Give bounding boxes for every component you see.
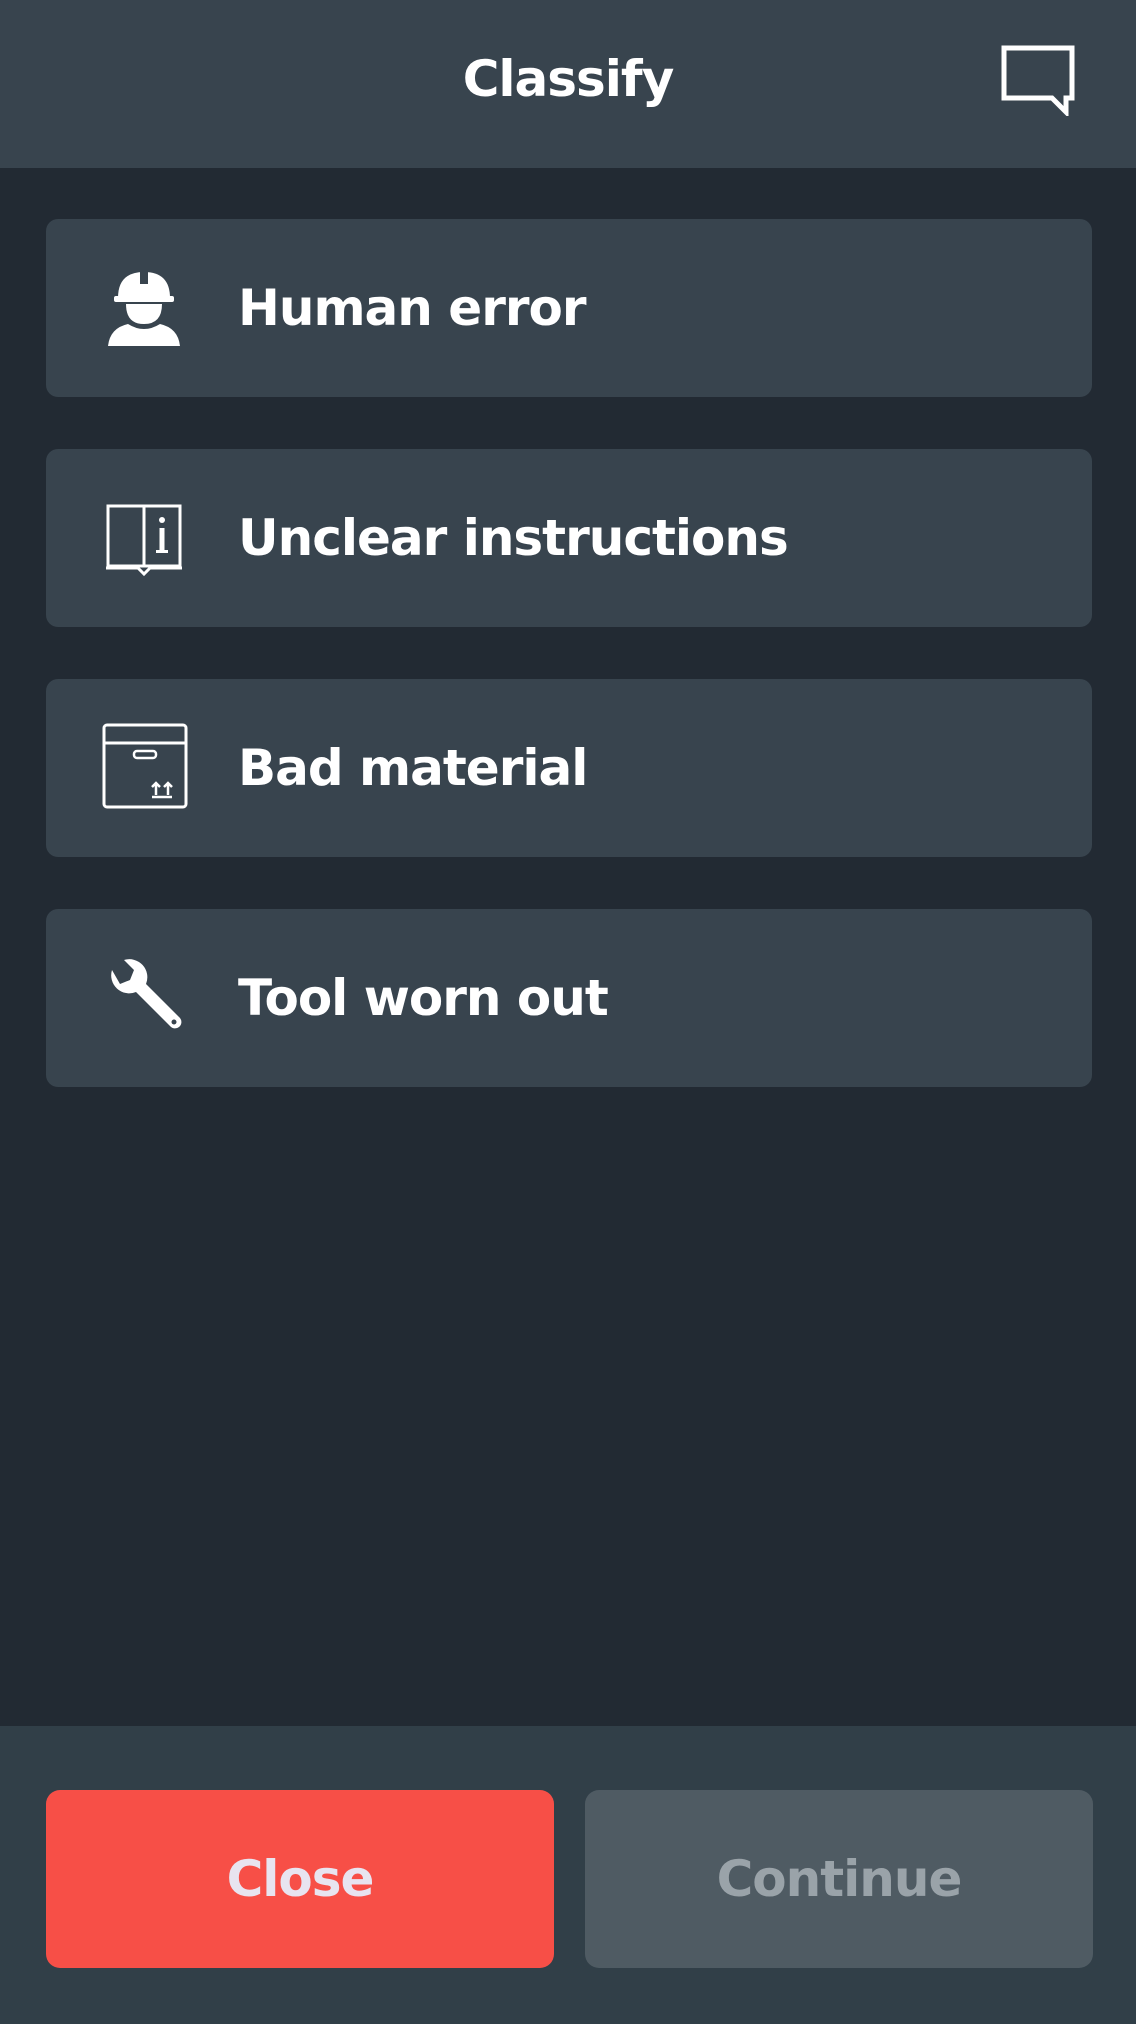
wrench-icon <box>111 959 182 1029</box>
manual-book-icon <box>106 504 182 577</box>
reason-label: Human error <box>238 279 587 337</box>
footer-bar: Close Continue <box>0 1726 1136 2024</box>
reason-item-unclear-instructions[interactable]: Unclear instructions <box>46 449 1092 627</box>
reason-item-tool-worn-out[interactable]: Tool worn out <box>46 909 1092 1087</box>
classify-screen: Classify Human error Unclear instruction… <box>0 0 1136 2024</box>
header-bar: Classify <box>0 0 1136 168</box>
close-button[interactable]: Close <box>46 1790 554 1968</box>
reason-label: Bad material <box>238 739 588 797</box>
speech-bubble-icon <box>1001 45 1075 119</box>
package-box-icon <box>102 723 188 809</box>
reason-item-bad-material[interactable]: Bad material <box>46 679 1092 857</box>
reason-label: Tool worn out <box>238 969 609 1027</box>
reason-list: Human error Unclear instructions Bad mat… <box>46 219 1092 1139</box>
reason-label: Unclear instructions <box>238 509 789 567</box>
page-title: Classify <box>462 50 675 108</box>
worker-helmet-icon <box>108 272 180 346</box>
comment-button[interactable] <box>1000 44 1076 119</box>
continue-button[interactable]: Continue <box>585 1790 1093 1968</box>
reason-item-human-error[interactable]: Human error <box>46 219 1092 397</box>
